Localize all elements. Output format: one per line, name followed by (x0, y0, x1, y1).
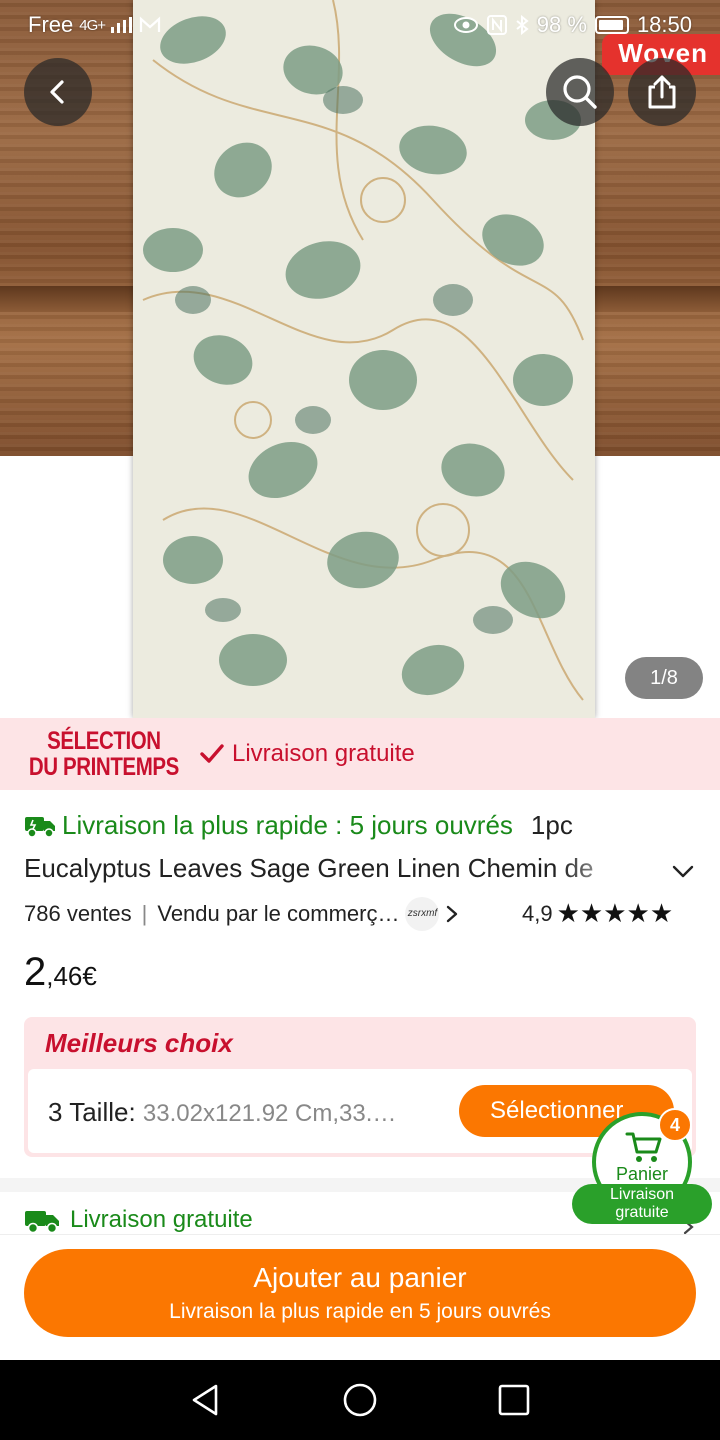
battery-percent: 98 % (536, 12, 587, 37)
nfc-icon (486, 15, 507, 35)
size-label-text: 3 Taille: (48, 1097, 136, 1127)
mail-icon (139, 16, 161, 32)
nav-back-icon[interactable] (186, 1380, 226, 1420)
system-navigation-bar (0, 1360, 720, 1440)
fast-delivery-line: Livraison la plus rapide : 5 jours ouvré… (24, 810, 573, 841)
signal-icon (111, 17, 133, 33)
add-to-cart-button[interactable]: Ajouter au panier Livraison la plus rapi… (24, 1249, 696, 1337)
promo-banner[interactable]: SÉLECTION DU PRINTEMPS Livraison gratuit… (0, 718, 720, 790)
clock: 18:50 (636, 12, 692, 37)
product-image-gallery[interactable]: Woven 1/8 (0, 0, 720, 718)
cart-label: Panier (615, 1164, 669, 1184)
size-value: 33.02x121.92 Cm,33.… (142, 1100, 397, 1127)
seller-avatar[interactable]: zsrxmf (405, 897, 440, 931)
floating-cart[interactable]: Panier 4 Livraison gratuite (572, 1108, 712, 1226)
quantity-label: 1pc (530, 810, 573, 840)
fast-delivery-text: Livraison la plus rapide : 5 jours ouvré… (62, 810, 513, 840)
sales-count: 786 ventes (24, 901, 132, 926)
bottom-action-bar: Ajouter au panier Livraison la plus rapi… (0, 1234, 720, 1360)
truck-icon (25, 1211, 59, 1234)
cart-ship-line-1: Livraison (609, 1186, 675, 1203)
back-button[interactable] (24, 58, 92, 126)
meta-separator: | (141, 901, 148, 926)
search-icon (563, 75, 597, 109)
nav-recents-icon[interactable] (494, 1380, 534, 1420)
image-counter: 1/8 (625, 657, 703, 699)
logo-line-1: SÉLECTION (47, 727, 161, 755)
search-button[interactable] (546, 58, 614, 126)
back-arrow-icon (50, 80, 64, 104)
free-shipping-row[interactable]: Livraison gratuite (24, 1206, 253, 1234)
network-label: 4G+ (79, 16, 106, 34)
cart-icon (625, 1132, 662, 1162)
bluetooth-icon (516, 15, 529, 35)
price: 2,46€ (24, 950, 97, 995)
logo-line-2: DU PRINTEMPS (28, 753, 179, 781)
carrier-label: Free (28, 12, 74, 37)
size-label: 3 Taille: 33.02x121.92 Cm,33.… (48, 1097, 396, 1128)
product-meta: 786 ventes | Vendu par le commerç… zsrxm… (24, 897, 704, 931)
promo-free-shipping: Livraison gratuite (232, 740, 415, 767)
cart-count-badge: 4 (658, 1108, 692, 1142)
checkmark-icon (200, 744, 224, 763)
rating-value: 4,9 (522, 900, 553, 926)
nav-home-icon[interactable] (340, 1380, 380, 1420)
chevron-down-icon[interactable] (670, 860, 696, 882)
table-runner-image (133, 0, 595, 718)
battery-icon (594, 16, 629, 34)
free-shipping-text: Livraison gratuite (70, 1206, 253, 1233)
spring-selection-logo: SÉLECTION DU PRINTEMPS (26, 728, 182, 780)
share-button[interactable] (628, 58, 696, 126)
status-bar: Free 4G+ 98 % 18:50 (0, 0, 720, 50)
cart-ship-line-2: gratuite (615, 1204, 669, 1221)
chevron-right-icon[interactable] (443, 903, 461, 925)
eye-icon (453, 17, 478, 33)
eucalyptus-pattern (133, 0, 595, 718)
share-icon (648, 75, 676, 109)
best-choice-title: Meilleurs choix (45, 1028, 233, 1058)
rating[interactable]: 4,9 ★★★★★ (522, 898, 673, 929)
price-integer: 2 (24, 950, 47, 994)
add-to-cart-sublabel: Livraison la plus rapide en 5 jours ouvr… (169, 1300, 551, 1323)
cart-free-shipping-badge: Livraison gratuite (572, 1184, 712, 1224)
seller-link[interactable]: Vendu par le commerç… (157, 901, 399, 927)
product-title[interactable]: Eucalyptus Leaves Sage Green Linen Chemi… (24, 853, 634, 884)
star-rating-icon: ★★★★★ (556, 898, 674, 928)
truck-icon (25, 816, 55, 838)
add-to-cart-label: Ajouter au panier (253, 1262, 467, 1293)
price-decimal: ,46€ (46, 961, 97, 991)
